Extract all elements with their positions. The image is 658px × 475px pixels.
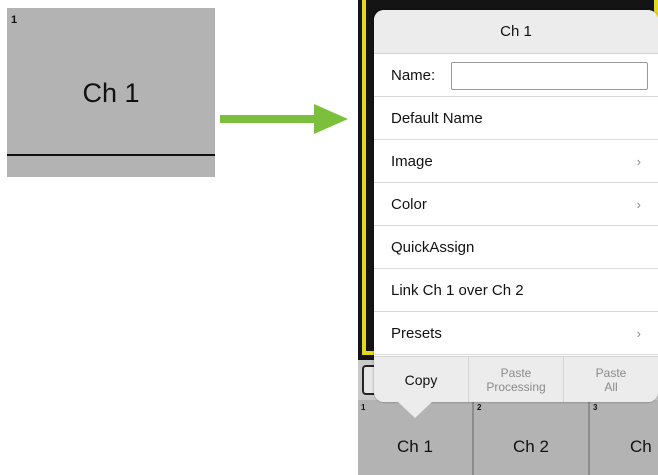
- channel-name: Ch 1: [82, 78, 140, 108]
- button-label-line1: Paste: [500, 365, 532, 380]
- menu-item-presets[interactable]: Presets ›: [374, 312, 658, 355]
- menu-item-image[interactable]: Image ›: [374, 140, 658, 183]
- menu-item-default-name[interactable]: Default Name: [374, 97, 658, 140]
- button-label-line2: Processing: [486, 379, 546, 394]
- name-label: Name:: [391, 67, 436, 84]
- tile-divider: [7, 154, 215, 156]
- name-input[interactable]: [451, 62, 648, 90]
- channel-number: 1: [11, 14, 18, 26]
- channel-number: 1: [361, 403, 366, 412]
- paste-processing-button[interactable]: Paste Processing: [469, 357, 564, 402]
- menu-item-label: QuickAssign: [391, 239, 475, 256]
- right-arrow-icon: [220, 104, 348, 134]
- button-label-line2: All: [604, 379, 618, 394]
- menu-item-label: Link Ch 1 over Ch 2: [391, 282, 524, 299]
- channel-tile-large[interactable]: 1 Ch 1: [7, 8, 215, 177]
- popup-title: Ch 1: [374, 10, 658, 54]
- menu-item-label: Image: [391, 153, 433, 170]
- channel-options-popup: Ch 1 Name: Default Name Image › Color › …: [374, 10, 658, 402]
- chevron-right-icon: ›: [636, 197, 641, 212]
- chevron-right-icon: ›: [636, 326, 641, 341]
- copy-button[interactable]: Copy: [374, 357, 469, 402]
- selection-highlight-left: [362, 0, 366, 355]
- channel-number: 2: [477, 403, 482, 412]
- copy-label: Copy: [404, 371, 438, 388]
- button-label-line1: Paste: [595, 365, 627, 380]
- channel-name: Ch: [630, 437, 652, 456]
- popup-action-bar: Copy Paste Processing Paste All: [374, 356, 658, 402]
- menu-item-label: Color: [391, 196, 427, 213]
- channel-name: Ch 1: [397, 437, 433, 456]
- chevron-right-icon: ›: [636, 154, 641, 169]
- channel-name: Ch 2: [513, 437, 549, 456]
- menu-item-color[interactable]: Color ›: [374, 183, 658, 226]
- popup-pointer: [396, 400, 434, 418]
- channel-strip-2[interactable]: 2 Ch 2: [474, 400, 588, 475]
- channel-strip-3[interactable]: 3 Ch: [590, 400, 658, 475]
- menu-item-quickassign[interactable]: QuickAssign: [374, 226, 658, 269]
- menu-item-label: Default Name: [391, 110, 483, 127]
- menu-item-link[interactable]: Link Ch 1 over Ch 2: [374, 269, 658, 312]
- name-row: Name:: [374, 54, 658, 97]
- channel-number: 3: [593, 403, 598, 412]
- menu-item-label: Presets: [391, 325, 442, 342]
- paste-all-button[interactable]: Paste All: [564, 357, 658, 402]
